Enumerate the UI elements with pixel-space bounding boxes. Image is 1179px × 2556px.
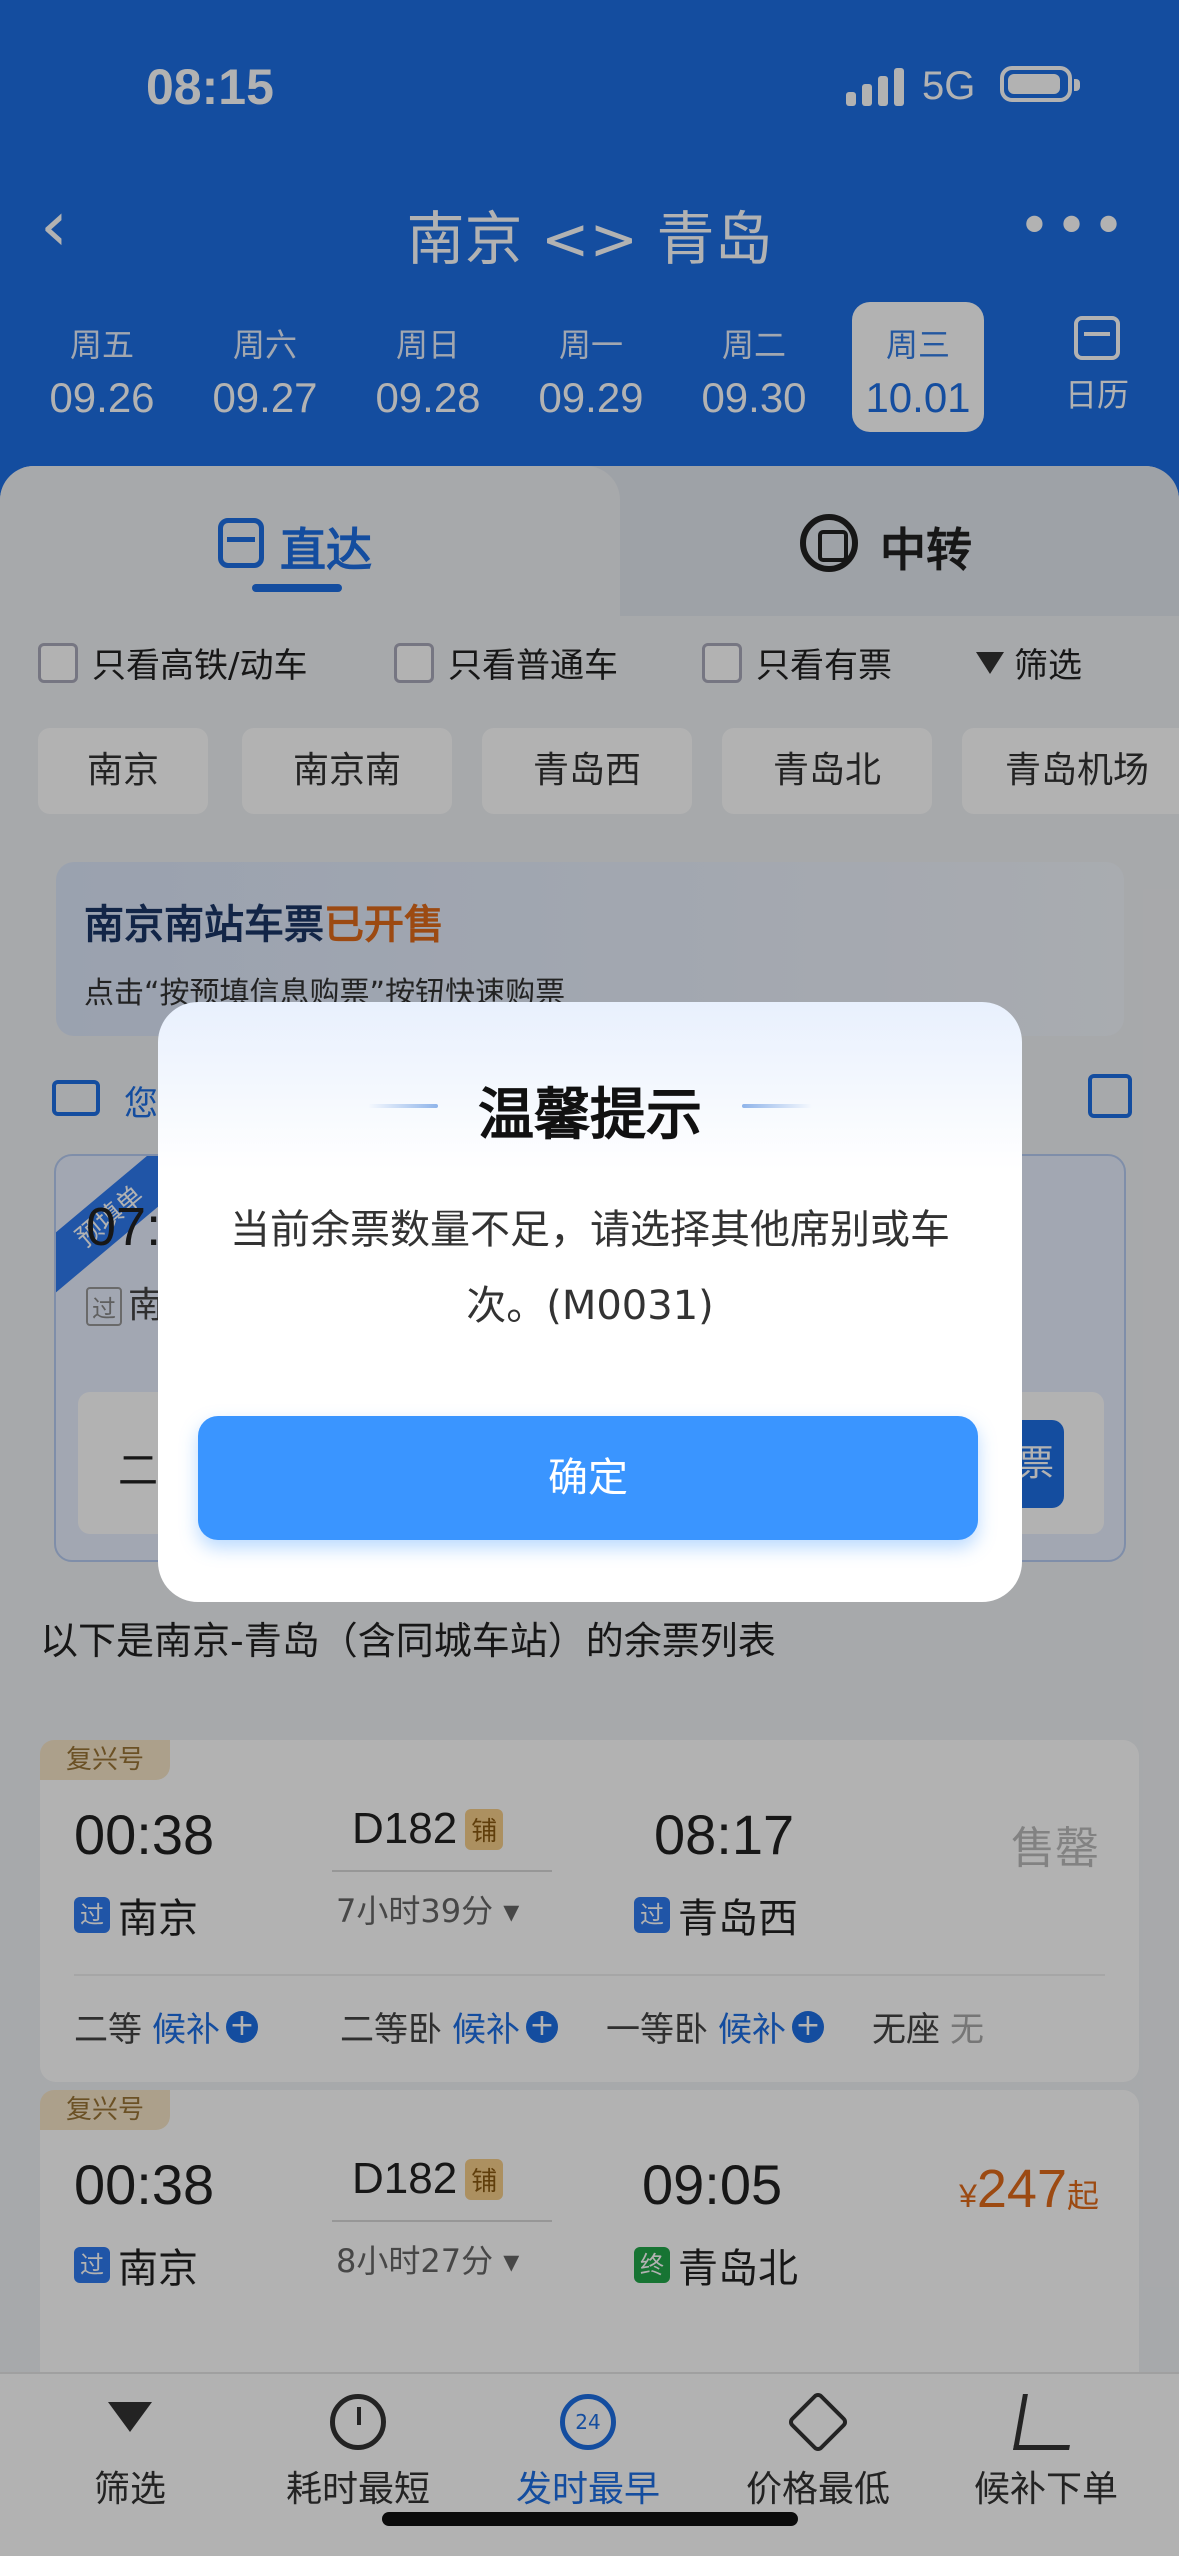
title-decoration-right: [742, 1104, 812, 1108]
dialog-title: 温馨提示: [478, 1083, 702, 1148]
alert-dialog: 温馨提示 当前余票数量不足，请选择其他席别或车次。(M0031) 确定: [158, 1002, 1022, 1602]
confirm-button[interactable]: 确定: [198, 1416, 978, 1540]
dialog-message: 当前余票数量不足，请选择其他席别或车次。(M0031): [230, 1207, 950, 1329]
